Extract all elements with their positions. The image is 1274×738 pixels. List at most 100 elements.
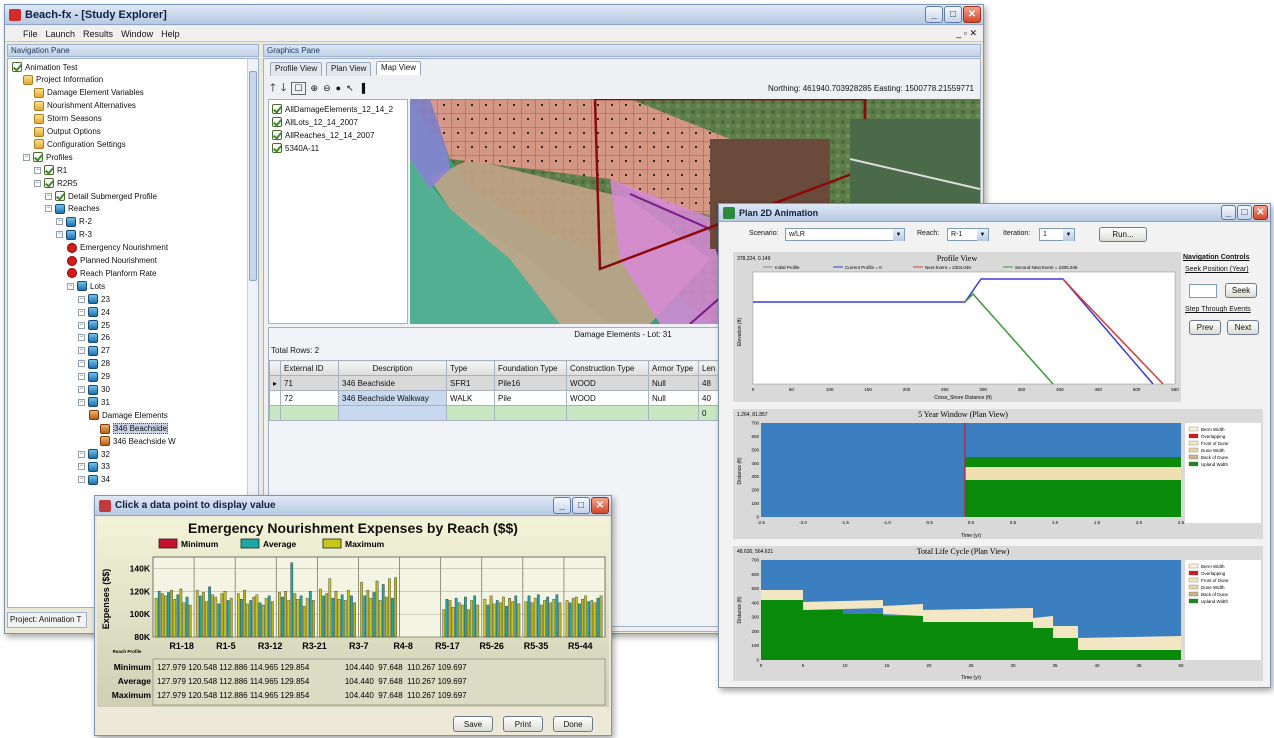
expense-bar[interactable] xyxy=(160,593,164,638)
tab-plan-view[interactable]: Plan View xyxy=(326,62,372,76)
expense-bar[interactable] xyxy=(331,597,335,638)
expense-bar[interactable] xyxy=(483,599,487,638)
expense-bar[interactable] xyxy=(220,593,224,638)
expense-bar[interactable] xyxy=(517,603,521,638)
expand-toggle-icon[interactable]: − xyxy=(78,334,85,342)
table-cell[interactable]: SFR1 xyxy=(446,375,496,391)
expense-bar[interactable] xyxy=(173,599,177,638)
expense-bar[interactable] xyxy=(167,592,170,638)
maximize-button[interactable]: □ xyxy=(572,497,590,514)
table-cell[interactable] xyxy=(446,405,496,421)
expense-bar[interactable] xyxy=(375,580,379,638)
tree-item[interactable]: − 33 xyxy=(78,461,110,472)
expense-bar[interactable] xyxy=(325,593,329,638)
expense-bar[interactable] xyxy=(394,577,397,638)
expand-toggle-icon[interactable]: − xyxy=(78,321,85,329)
expense-bar[interactable] xyxy=(470,600,473,638)
expand-toggle-icon[interactable]: − xyxy=(78,308,85,316)
minimize-button[interactable]: _ xyxy=(1221,205,1236,220)
iteration-select[interactable]: 1 ▼ xyxy=(1039,228,1075,241)
expense-bar[interactable] xyxy=(211,594,215,638)
expense-bar[interactable] xyxy=(363,595,367,638)
tree-item[interactable]: Emergency Nourishment xyxy=(67,242,168,253)
menu-results[interactable]: Results xyxy=(83,29,113,39)
expense-bar[interactable] xyxy=(546,596,549,638)
table-cell[interactable] xyxy=(280,405,340,421)
expense-bar[interactable] xyxy=(486,604,490,638)
expense-bar[interactable] xyxy=(492,603,496,638)
tree-item[interactable]: 346 Beachside xyxy=(100,423,168,435)
expense-bar[interactable] xyxy=(476,604,480,638)
minimize-button[interactable]: _ xyxy=(553,497,571,514)
checkbox-icon[interactable] xyxy=(272,104,282,114)
expense-bar[interactable] xyxy=(296,599,300,638)
expense-bar[interactable] xyxy=(451,607,455,638)
expense-bar[interactable] xyxy=(308,591,312,638)
expense-bar[interactable] xyxy=(578,603,581,638)
checkbox-icon[interactable] xyxy=(272,117,282,127)
expense-bar[interactable] xyxy=(568,602,572,638)
done-button[interactable]: Done xyxy=(553,716,593,732)
expense-bar[interactable] xyxy=(540,604,543,638)
seek-button[interactable]: Seek xyxy=(1225,283,1257,298)
expand-toggle-icon[interactable]: − xyxy=(56,231,63,239)
expense-bar[interactable] xyxy=(302,605,306,638)
expense-bar[interactable] xyxy=(170,589,173,638)
expense-bar[interactable] xyxy=(464,596,467,638)
chevron-down-icon[interactable]: ▼ xyxy=(977,229,988,241)
tree-item[interactable]: − Detail Submerged Profile xyxy=(45,191,157,201)
tab-profile-view[interactable]: Profile View xyxy=(270,62,323,76)
expense-bar[interactable] xyxy=(530,602,534,638)
expense-bar[interactable] xyxy=(511,601,515,638)
layer-item[interactable]: AllReaches_12_14_2007 xyxy=(272,130,374,140)
expense-bar[interactable] xyxy=(543,600,546,638)
expense-bar[interactable] xyxy=(258,602,262,638)
expense-bar[interactable] xyxy=(205,601,208,638)
expand-toggle-icon[interactable]: − xyxy=(23,153,30,161)
expand-toggle-icon[interactable]: − xyxy=(78,347,85,355)
tree-item[interactable]: − 26 xyxy=(78,332,110,343)
pointer-icon[interactable]: ↖ xyxy=(346,83,354,94)
tree-item[interactable]: − 28 xyxy=(78,358,110,369)
expense-bar[interactable] xyxy=(558,602,562,638)
col-type[interactable]: Type xyxy=(446,360,496,376)
table-cell[interactable] xyxy=(566,405,650,421)
expense-bar[interactable] xyxy=(337,599,341,638)
expense-bar[interactable] xyxy=(340,594,344,638)
expense-bar[interactable] xyxy=(533,597,537,638)
pan-icon[interactable]: ☐ xyxy=(291,81,306,95)
table-cell[interactable]: WOOD xyxy=(566,375,650,391)
tree-item[interactable]: Output Options xyxy=(34,126,101,137)
expense-bar[interactable] xyxy=(571,597,575,638)
expense-bar[interactable] xyxy=(360,581,363,638)
tree-item[interactable]: − 29 xyxy=(78,371,110,382)
expand-toggle-icon[interactable]: − xyxy=(78,476,85,484)
tree-item[interactable]: − 34 xyxy=(78,474,110,485)
table-cell[interactable]: 72 xyxy=(280,390,340,406)
table-cell[interactable]: 71 xyxy=(280,375,340,391)
tree-item[interactable]: − 31 xyxy=(78,397,110,408)
expand-toggle-icon[interactable]: − xyxy=(67,282,74,290)
expense-bar[interactable] xyxy=(596,597,600,638)
expand-toggle-icon[interactable]: − xyxy=(78,386,85,393)
expense-bar[interactable] xyxy=(388,578,391,638)
expense-bar[interactable] xyxy=(599,595,603,638)
expense-bar[interactable] xyxy=(270,601,274,638)
expense-bar[interactable] xyxy=(467,609,470,638)
expense-bar[interactable] xyxy=(179,588,183,638)
expense-bar[interactable] xyxy=(514,595,518,638)
save-button[interactable]: Save xyxy=(453,716,493,732)
run-button[interactable]: Run... xyxy=(1099,227,1147,242)
expense-bar[interactable] xyxy=(489,595,493,638)
expense-bar[interactable] xyxy=(587,601,591,638)
expand-toggle-icon[interactable]: − xyxy=(78,398,85,406)
expense-bar[interactable] xyxy=(473,595,477,638)
col-armor-type[interactable]: Armor Type xyxy=(648,360,700,376)
close-button[interactable]: ✕ xyxy=(963,6,981,23)
tree-item[interactable]: − R-3 xyxy=(56,229,92,240)
expense-bar[interactable] xyxy=(593,602,597,638)
expense-bar[interactable] xyxy=(226,600,230,638)
mdi-controls[interactable]: _ ▫ ✕ xyxy=(956,28,977,39)
expense-bar[interactable] xyxy=(372,592,376,638)
checkbox-icon[interactable] xyxy=(272,130,282,140)
